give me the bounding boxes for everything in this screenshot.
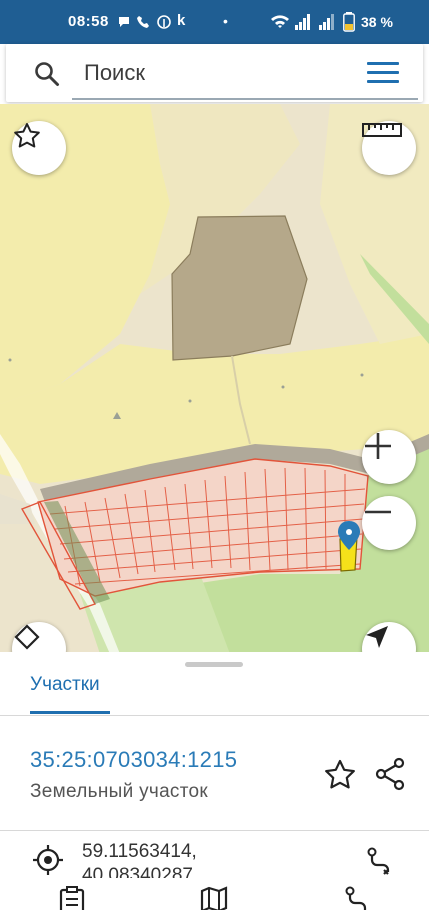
k-icon: k <box>177 12 186 29</box>
tab-active-indicator <box>30 711 110 714</box>
signal-icon-2 <box>318 14 334 35</box>
share-icon[interactable] <box>372 756 408 792</box>
wifi-icon <box>270 14 290 35</box>
favorite-star-icon[interactable] <box>322 757 358 793</box>
map-icon[interactable] <box>200 886 228 910</box>
status-time: 08:58 <box>68 13 109 30</box>
star-outline-icon <box>14 123 40 148</box>
cadastral-number[interactable]: 35:25:0703034:1215 <box>30 747 237 773</box>
minus-icon <box>365 510 391 514</box>
search-bar[interactable]: Поиск <box>6 44 423 102</box>
navigation-arrow-icon <box>366 626 388 648</box>
crosshair-location-icon[interactable] <box>32 844 64 876</box>
sheet-drag-handle[interactable] <box>185 662 243 667</box>
search-underline <box>72 98 418 100</box>
layers-icon <box>14 624 40 650</box>
phone-icon <box>136 15 150 32</box>
plot-type-label: Земельный участок <box>30 781 209 802</box>
hamburger-menu-icon[interactable] <box>367 62 399 84</box>
zoom-in-button[interactable] <box>362 430 416 484</box>
ruler-icon <box>362 123 402 137</box>
map-view[interactable] <box>0 104 429 654</box>
details-divider <box>0 830 429 831</box>
favorites-star-button[interactable] <box>12 121 66 175</box>
tab-divider <box>0 715 429 716</box>
clipboard-icon[interactable] <box>58 886 86 910</box>
plus-icon <box>365 433 391 459</box>
battery-percent: 38 % <box>361 14 393 30</box>
status-dot: • <box>223 13 228 29</box>
zoom-out-button[interactable] <box>362 496 416 550</box>
battery-icon <box>343 12 355 37</box>
status-bar: 08:58 k • 38 % <box>0 0 429 44</box>
bottom-sheet: Участки 35:25:0703034:1215 Земельный уча… <box>0 652 429 910</box>
routes-icon[interactable] <box>343 886 371 910</box>
route-icon[interactable] <box>364 846 396 878</box>
ruler-button[interactable] <box>362 121 416 175</box>
tab-plots[interactable]: Участки <box>30 674 100 696</box>
pinterest-icon <box>157 15 171 32</box>
chat-icon <box>117 15 131 32</box>
map-canvas <box>0 104 429 654</box>
signal-icon <box>294 14 310 35</box>
coordinate-latitude: 59.11563414, <box>82 841 197 862</box>
search-icon[interactable] <box>34 61 60 87</box>
bottom-navigation <box>0 878 429 910</box>
search-input[interactable]: Поиск <box>84 60 145 86</box>
